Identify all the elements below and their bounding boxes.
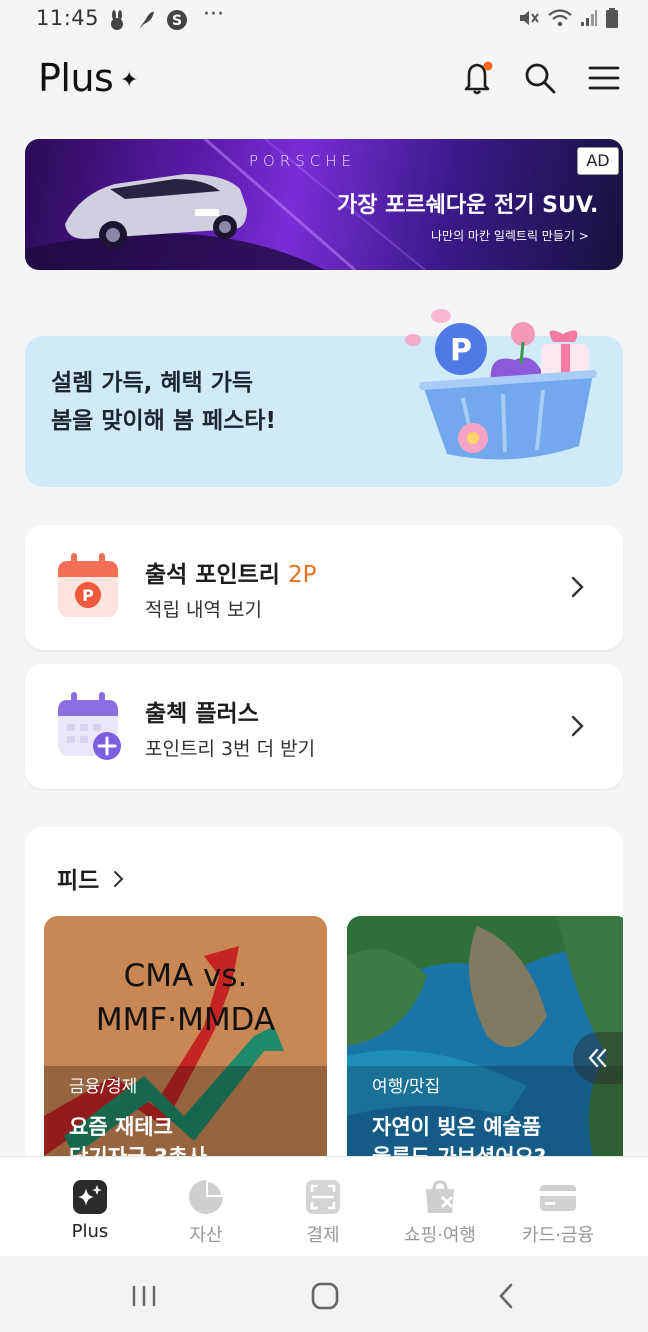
nav-label-shopping-travel: 쇼핑·여행 [404,1225,476,1246]
svg-text:S: S [172,13,182,29]
attendance-title: 출석 포인트리 2P [145,555,317,589]
chevron-right-icon [571,576,584,598]
nav-label-card-finance: 카드·금융 [522,1225,594,1246]
svg-text:P: P [82,586,94,605]
app-header: Plus ✦ [0,40,648,130]
nav-label-pay: 결제 [306,1225,340,1246]
calendar-add-icon [58,692,121,760]
feed-carousel: CMA vs. MMF·MMDA 금융/경제 요즘 재테크 단기자금 3총사 여… [44,916,623,1156]
check-plus-card[interactable]: 출첵 플러스 포인트리 3번 더 받기 [25,664,623,789]
more-notifications-dots: ··· [203,2,224,27]
nav-item-shopping-travel[interactable]: 쇼핑·여행 [382,1157,498,1257]
home-icon[interactable] [310,1282,340,1310]
pie-chart-icon [189,1180,223,1214]
image-text-line-2: MMF·MMDA [95,1002,276,1038]
image-text-line-1: CMA vs. [123,958,248,994]
signal-icon [581,10,597,26]
headline-line-2: 울릉도 가보셨어요? [372,1142,546,1156]
ad-tag-badge: AD [577,147,619,175]
chevron-right-icon [571,715,584,737]
attendance-points-value: 2P [287,562,317,588]
feed-card[interactable]: CMA vs. MMF·MMDA 금융/경제 요즘 재테크 단기자금 3총사 [44,916,327,1156]
status-right-icons [518,8,618,28]
sparkle-icon: ✦ [120,68,139,93]
bell-icon [464,61,493,95]
feed-card-image-text: CMA vs. MMF·MMDA [44,954,327,1042]
mute-icon [520,11,539,25]
nav-label-plus: Plus [71,1221,109,1242]
promo-line-2: 봄을 맞이해 봄 페스타! [51,408,276,434]
nav-label-assets: 자산 [189,1225,223,1246]
shopping-bag-icon [426,1180,454,1213]
feed-card-category: 금융/경제 [69,1077,138,1097]
rabbit-icon [111,10,123,30]
hamburger-menu-icon [588,66,620,90]
search-icon [525,63,556,94]
menu-button[interactable] [584,58,624,98]
ad-brand-logo: PORSCHE [249,152,357,170]
ad-headline: 가장 포르쉐다운 전기 SUV. [337,193,599,218]
promo-line-1: 설렘 가득, 혜택 가득 [51,370,254,396]
attendance-point-card[interactable]: P 출석 포인트리 2P 적립 내역 보기 [25,525,623,650]
feed-card-category: 여행/맛집 [372,1077,441,1097]
feed-card-headline: 자연이 빚은 예술품 울릉도 가보셨어요? [372,1112,546,1156]
battery-icon [606,8,618,28]
attendance-subtitle: 적립 내역 보기 [145,599,262,621]
ad-banner[interactable]: PORSCHE 가장 포르쉐다운 전기 SUV. 나만의 마칸 일렉트릭 만들기… [25,139,623,270]
feed-title: 피드 [57,868,100,894]
page-title: Plus [38,56,114,100]
nav-item-card-finance[interactable]: 카드·금융 [500,1157,616,1257]
headline-line-2: 단기자금 3총사 [69,1142,207,1156]
notification-dot [483,61,493,71]
feed-section: 피드 CMA vs. MMF·MMDA 금융/경제 요즘 재테크 단기자금 3총… [25,827,623,1167]
nav-item-pay[interactable]: 결제 [265,1157,381,1257]
ad-cta-link[interactable]: 나만의 마칸 일렉트릭 만들기 > [431,227,589,244]
search-button[interactable] [520,58,560,98]
bottom-navigation: Plus 자산 결제 쇼핑·여행 카드·금융 [0,1156,648,1257]
promo-text: 설렘 가득, 혜택 가득 봄을 맞이해 봄 페스타! [51,364,276,440]
pay-s-icon: S [167,10,187,30]
back-icon[interactable] [496,1282,516,1310]
feed-card-headline: 요즘 재테크 단기자금 3총사 [69,1112,207,1156]
chevron-right-icon [114,871,124,887]
plus-sparkle-icon [73,1180,107,1214]
card-icon [540,1185,576,1211]
feed-card[interactable]: 여행/맛집 자연이 빚은 예술품 울릉도 가보셨어요? [347,916,623,1156]
svg-text:P: P [450,333,472,368]
status-bar: 11:45 S ··· [0,0,648,40]
check-plus-title: 출첵 플러스 [145,701,259,727]
notifications-button[interactable] [458,58,498,98]
wifi-icon [548,9,572,27]
headline-line-1: 자연이 빚은 예술품 [372,1115,542,1139]
scan-icon [306,1180,340,1214]
calendar-point-icon: P [58,553,118,617]
attendance-title-text: 출석 포인트리 [145,562,280,588]
headline-line-1: 요즘 재테크 [69,1115,173,1139]
feed-header-link[interactable]: 피드 [57,861,125,895]
double-chevron-left-icon [588,1048,607,1068]
recent-apps-icon[interactable] [130,1284,158,1308]
promo-banner[interactable]: 설렘 가득, 혜택 가득 봄을 맞이해 봄 페스타! P [25,309,623,487]
feather-icon [139,11,154,29]
check-plus-subtitle: 포인트리 3번 더 받기 [145,738,316,760]
gift-basket-illustration: P [405,309,597,460]
system-navigation-bar [0,1256,648,1332]
nav-item-plus[interactable]: Plus [32,1157,148,1257]
status-time: 11:45 [36,6,100,30]
nav-item-assets[interactable]: 자산 [148,1157,264,1257]
carousel-collapse-button[interactable] [573,1032,623,1084]
